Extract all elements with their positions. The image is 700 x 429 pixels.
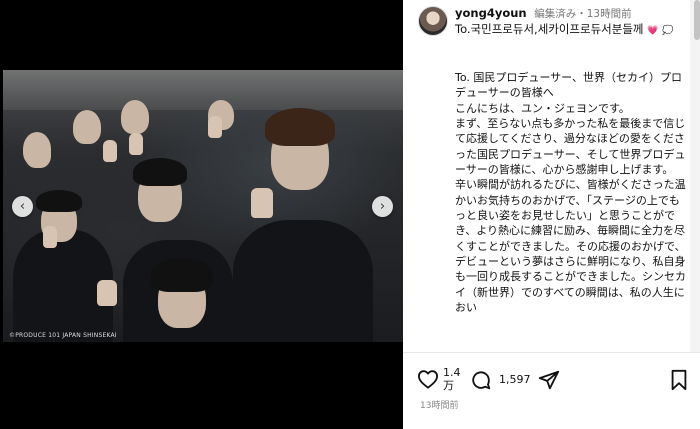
heart-icon[interactable] (417, 369, 439, 389)
share-icon[interactable] (538, 369, 560, 391)
person-hair (36, 190, 82, 212)
caption-paragraph: こんにちは、ユン・ジェヨンです。 (455, 101, 630, 115)
like-button[interactable] (417, 369, 439, 389)
person-hair (265, 108, 335, 146)
person-hair (151, 258, 213, 292)
v-sign-hand (97, 280, 117, 306)
share-button[interactable] (538, 369, 560, 391)
post-time-bottom: 13時間前 (420, 401, 459, 411)
post-time: 13時間前 (586, 8, 632, 20)
user-line: yong4youn 編集済み・13時間前 (455, 6, 632, 21)
edited-label: 編集済み (534, 8, 577, 20)
save-button[interactable] (669, 369, 689, 391)
chevron-left-icon[interactable]: ‹ (12, 196, 33, 217)
post-photo[interactable]: ©PRODUCE 101 JAPAN SHINSEKAI (3, 70, 403, 342)
v-sign-hand (129, 133, 143, 155)
username-link[interactable]: yong4youn (455, 6, 527, 20)
chevron-right-icon[interactable]: › (372, 196, 393, 217)
caption-to-text: To.국민프로듀서,세카이프로듀서분들께 (455, 22, 644, 36)
bookmark-icon[interactable] (669, 369, 689, 391)
avatar[interactable] (418, 6, 448, 36)
caption-paragraph: To. 国民プロデューサー、世界（セカイ）プロデューサーの皆様へ (455, 71, 683, 100)
v-sign-hand (208, 116, 222, 138)
comment-button[interactable] (470, 369, 492, 391)
heart-emoji-icon: 💗 (647, 26, 659, 36)
caption-paragraph: 辛い瞬間が訪れるたびに、皆様がくださった温かいお気持ちのおかげで、「ステージの上… (455, 178, 686, 315)
v-sign-hand (103, 140, 117, 162)
person-body (233, 220, 373, 342)
post-media: ©PRODUCE 101 JAPAN SHINSEKAI ‹ › (0, 0, 403, 429)
like-count-number: 1.4 (443, 366, 461, 379)
person-hair (133, 158, 187, 186)
person-face (73, 110, 101, 144)
v-sign-hand (251, 188, 273, 218)
action-divider (403, 352, 700, 353)
comment-icon[interactable] (470, 369, 492, 391)
caption-body: To. 国民プロデューサー、世界（セカイ）プロデューサーの皆様へ こんにちは、ユ… (455, 70, 687, 316)
photo-background-wall (3, 70, 403, 110)
caption-to-line: To.국민프로듀서,세카이프로듀서분들께 💗 💭 (455, 22, 695, 39)
like-count[interactable]: 1.4 万 (443, 366, 461, 392)
person-face (25, 138, 51, 168)
scrollbar-track[interactable] (690, 0, 700, 352)
photo-copyright-caption: ©PRODUCE 101 JAPAN SHINSEKAI (9, 332, 117, 339)
meta-separator: ・ (576, 8, 587, 20)
like-count-unit: 万 (443, 379, 454, 392)
comment-count[interactable]: 1,597 (499, 373, 531, 386)
v-sign-hand (43, 226, 57, 248)
person-face (121, 100, 149, 134)
speech-bubble-emoji-icon: 💭 (662, 26, 674, 36)
caption-paragraph: まず、至らない点も多かった私を最後まで信じて応援してくださり、過分なほどの愛をく… (455, 117, 686, 177)
